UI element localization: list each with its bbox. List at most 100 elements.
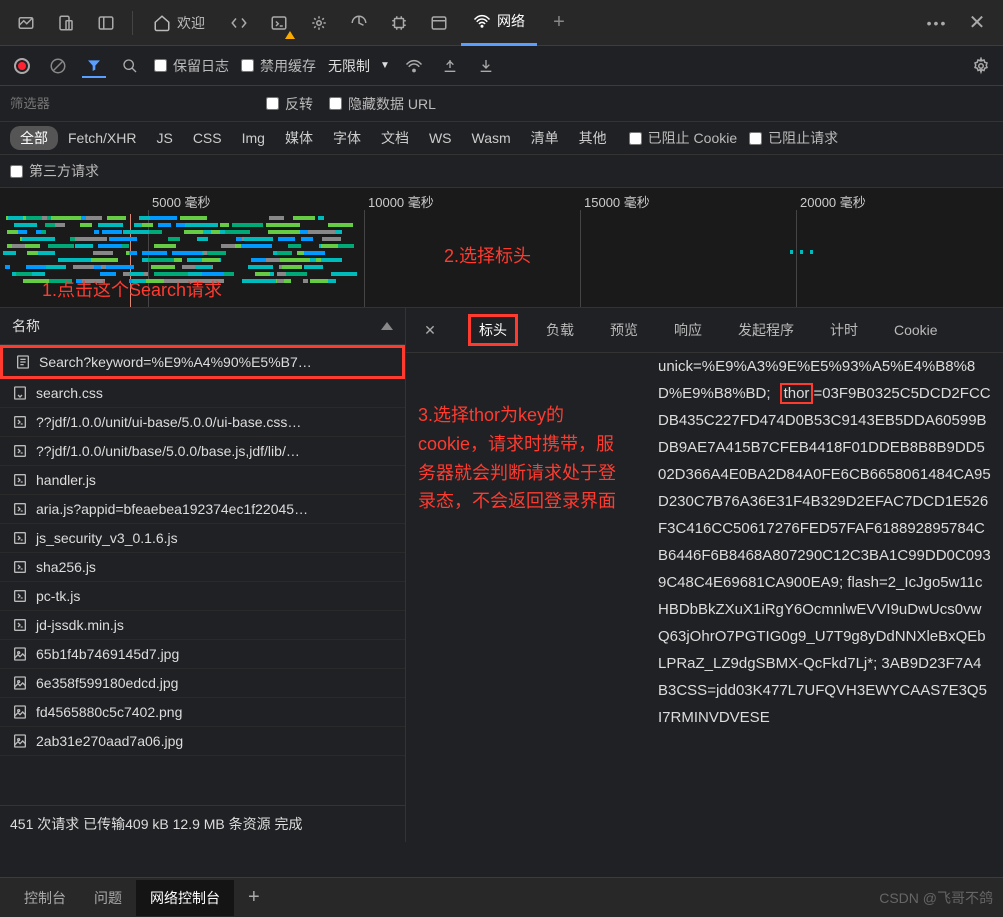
type-媒体[interactable]: 媒体 — [275, 126, 323, 150]
request-row[interactable]: jd-jssdk.min.js — [0, 611, 405, 640]
csdn-watermark: CSDN @飞哥不鸽 — [879, 888, 993, 908]
detail-tab-3[interactable]: 响应 — [666, 314, 710, 346]
detail-tab-2[interactable]: 预览 — [602, 314, 646, 346]
name-column-header[interactable]: 名称 — [12, 316, 40, 336]
clear-button[interactable] — [46, 54, 70, 78]
sources-icon[interactable] — [301, 5, 337, 41]
dock-icon[interactable] — [8, 5, 44, 41]
close-detail-icon[interactable]: ✕ — [418, 318, 442, 342]
thor-key-highlight: thor — [780, 383, 814, 404]
file-name: pc-tk.js — [36, 588, 80, 604]
request-row[interactable]: ??jdf/1.0.0/unit/ui-base/5.0.0/ui-base.c… — [0, 408, 405, 437]
request-row[interactable]: Search?keyword=%E9%A4%90%E5%B7… — [0, 345, 405, 379]
headers-content: unick=%E9%A3%9E%E5%93%A5%E4%B8%8D%E9%B8%… — [658, 353, 991, 731]
disable-cache-checkbox[interactable]: 禁用缓存 — [241, 56, 316, 76]
blocked-cookie-checkbox[interactable]: 已阻止 Cookie — [629, 128, 737, 148]
add-tab-icon[interactable]: + — [541, 5, 577, 41]
performance-icon[interactable] — [341, 5, 377, 41]
file-name: handler.js — [36, 472, 96, 488]
application-icon[interactable] — [421, 5, 457, 41]
type-Fetch/XHR[interactable]: Fetch/XHR — [58, 126, 146, 150]
request-list-pane: 名称 Search?keyword=%E9%A4%90%E5%B7… search… — [0, 308, 406, 842]
close-devtools-icon[interactable]: ✕ — [959, 5, 995, 41]
hide-data-urls-checkbox[interactable]: 隐藏数据 URL — [329, 94, 436, 114]
more-icon[interactable]: ••• — [919, 5, 955, 41]
settings-icon[interactable] — [969, 54, 993, 78]
detail-tab-6[interactable]: Cookie — [886, 316, 946, 344]
file-type-icon — [12, 443, 28, 459]
import-icon[interactable] — [438, 54, 462, 78]
sort-icon[interactable] — [381, 322, 393, 330]
filter-input[interactable] — [10, 96, 250, 111]
preserve-log-checkbox[interactable]: 保留日志 — [154, 56, 229, 76]
type-其他[interactable]: 其他 — [569, 126, 617, 150]
drawer-tab-0[interactable]: 控制台 — [10, 880, 80, 916]
detail-tab-4[interactable]: 发起程序 — [730, 314, 802, 346]
detail-tab-1[interactable]: 负载 — [538, 314, 582, 346]
request-row[interactable]: 65b1f4b7469145d7.jpg — [0, 640, 405, 669]
type-清单[interactable]: 清单 — [521, 126, 569, 150]
type-全部[interactable]: 全部 — [10, 126, 58, 150]
devtools-top-tabs: 欢迎 网络 + ••• ✕ — [0, 0, 1003, 46]
detail-tab-5[interactable]: 计时 — [822, 314, 866, 346]
file-name: js_security_v3_0.1.6.js — [36, 530, 178, 546]
add-drawer-tab[interactable]: + — [238, 886, 270, 909]
request-row[interactable]: handler.js — [0, 466, 405, 495]
export-icon[interactable] — [474, 54, 498, 78]
file-type-icon — [12, 501, 28, 517]
file-name: ??jdf/1.0.0/unit/base/5.0.0/base.js,jdf/… — [36, 443, 300, 459]
request-row[interactable]: aria.js?appid=bfeaebea192374ec1f22045… — [0, 495, 405, 524]
file-type-icon — [12, 646, 28, 662]
invert-checkbox[interactable]: 反转 — [266, 94, 313, 114]
file-type-icon — [12, 733, 28, 749]
console-drawer-tabs: 控制台问题网络控制台 + CSDN @飞哥不鸽 — [0, 877, 1003, 917]
panel-icon[interactable] — [88, 5, 124, 41]
type-CSS[interactable]: CSS — [183, 126, 232, 150]
network-toolbar: 保留日志 禁用缓存 无限制▼ — [0, 46, 1003, 86]
file-name: sha256.js — [36, 559, 96, 575]
drawer-tab-1[interactable]: 问题 — [80, 880, 136, 916]
annotation-2: 2.选择标头 — [444, 242, 531, 268]
network-conditions-icon[interactable] — [402, 54, 426, 78]
detail-tab-0[interactable]: 标头 — [468, 314, 518, 346]
filter-toggle[interactable] — [82, 54, 106, 78]
record-button[interactable] — [10, 54, 34, 78]
type-Img[interactable]: Img — [232, 126, 275, 150]
request-row[interactable]: 6e358f599180edcd.jpg — [0, 669, 405, 698]
file-name: jd-jssdk.min.js — [36, 617, 124, 633]
type-字体[interactable]: 字体 — [323, 126, 371, 150]
file-name: 6e358f599180edcd.jpg — [36, 675, 178, 691]
request-row[interactable]: ??jdf/1.0.0/unit/base/5.0.0/base.js,jdf/… — [0, 437, 405, 466]
memory-icon[interactable] — [381, 5, 417, 41]
request-row[interactable]: pc-tk.js — [0, 582, 405, 611]
request-row[interactable]: js_security_v3_0.1.6.js — [0, 524, 405, 553]
type-文档[interactable]: 文档 — [371, 126, 419, 150]
filter-row: 反转 隐藏数据 URL — [0, 86, 1003, 122]
type-JS[interactable]: JS — [146, 126, 182, 150]
elements-icon[interactable] — [221, 5, 257, 41]
drawer-tab-2[interactable]: 网络控制台 — [136, 880, 234, 916]
search-button[interactable] — [118, 54, 142, 78]
tab-welcome[interactable]: 欢迎 — [141, 0, 217, 46]
type-WS[interactable]: WS — [419, 126, 462, 150]
request-row[interactable]: fd4565880c5c7402.png — [0, 698, 405, 727]
file-type-icon — [12, 588, 28, 604]
file-name: aria.js?appid=bfeaebea192374ec1f22045… — [36, 501, 308, 517]
request-row[interactable]: 2ab31e270aad7a06.jpg — [0, 727, 405, 756]
request-row[interactable]: sha256.js — [0, 553, 405, 582]
file-type-icon — [12, 385, 28, 401]
type-Wasm[interactable]: Wasm — [462, 126, 521, 150]
console-icon[interactable] — [261, 5, 297, 41]
blocked-request-checkbox[interactable]: 已阻止请求 — [749, 128, 838, 148]
tab-network[interactable]: 网络 — [461, 0, 537, 46]
third-party-checkbox[interactable]: 第三方请求 — [10, 161, 993, 181]
request-row[interactable]: search.css — [0, 379, 405, 408]
request-list[interactable]: Search?keyword=%E9%A4%90%E5%B7… search.cs… — [0, 345, 405, 805]
file-type-icon — [12, 675, 28, 691]
device-icon[interactable] — [48, 5, 84, 41]
waterfall-timeline[interactable]: 5000 毫秒10000 毫秒15000 毫秒20000 毫秒 1.点击这个Se… — [0, 188, 1003, 308]
file-type-icon — [12, 472, 28, 488]
throttle-select[interactable]: 无限制▼ — [328, 56, 390, 76]
file-type-icon — [12, 704, 28, 720]
file-name: Search?keyword=%E9%A4%90%E5%B7… — [39, 354, 312, 370]
